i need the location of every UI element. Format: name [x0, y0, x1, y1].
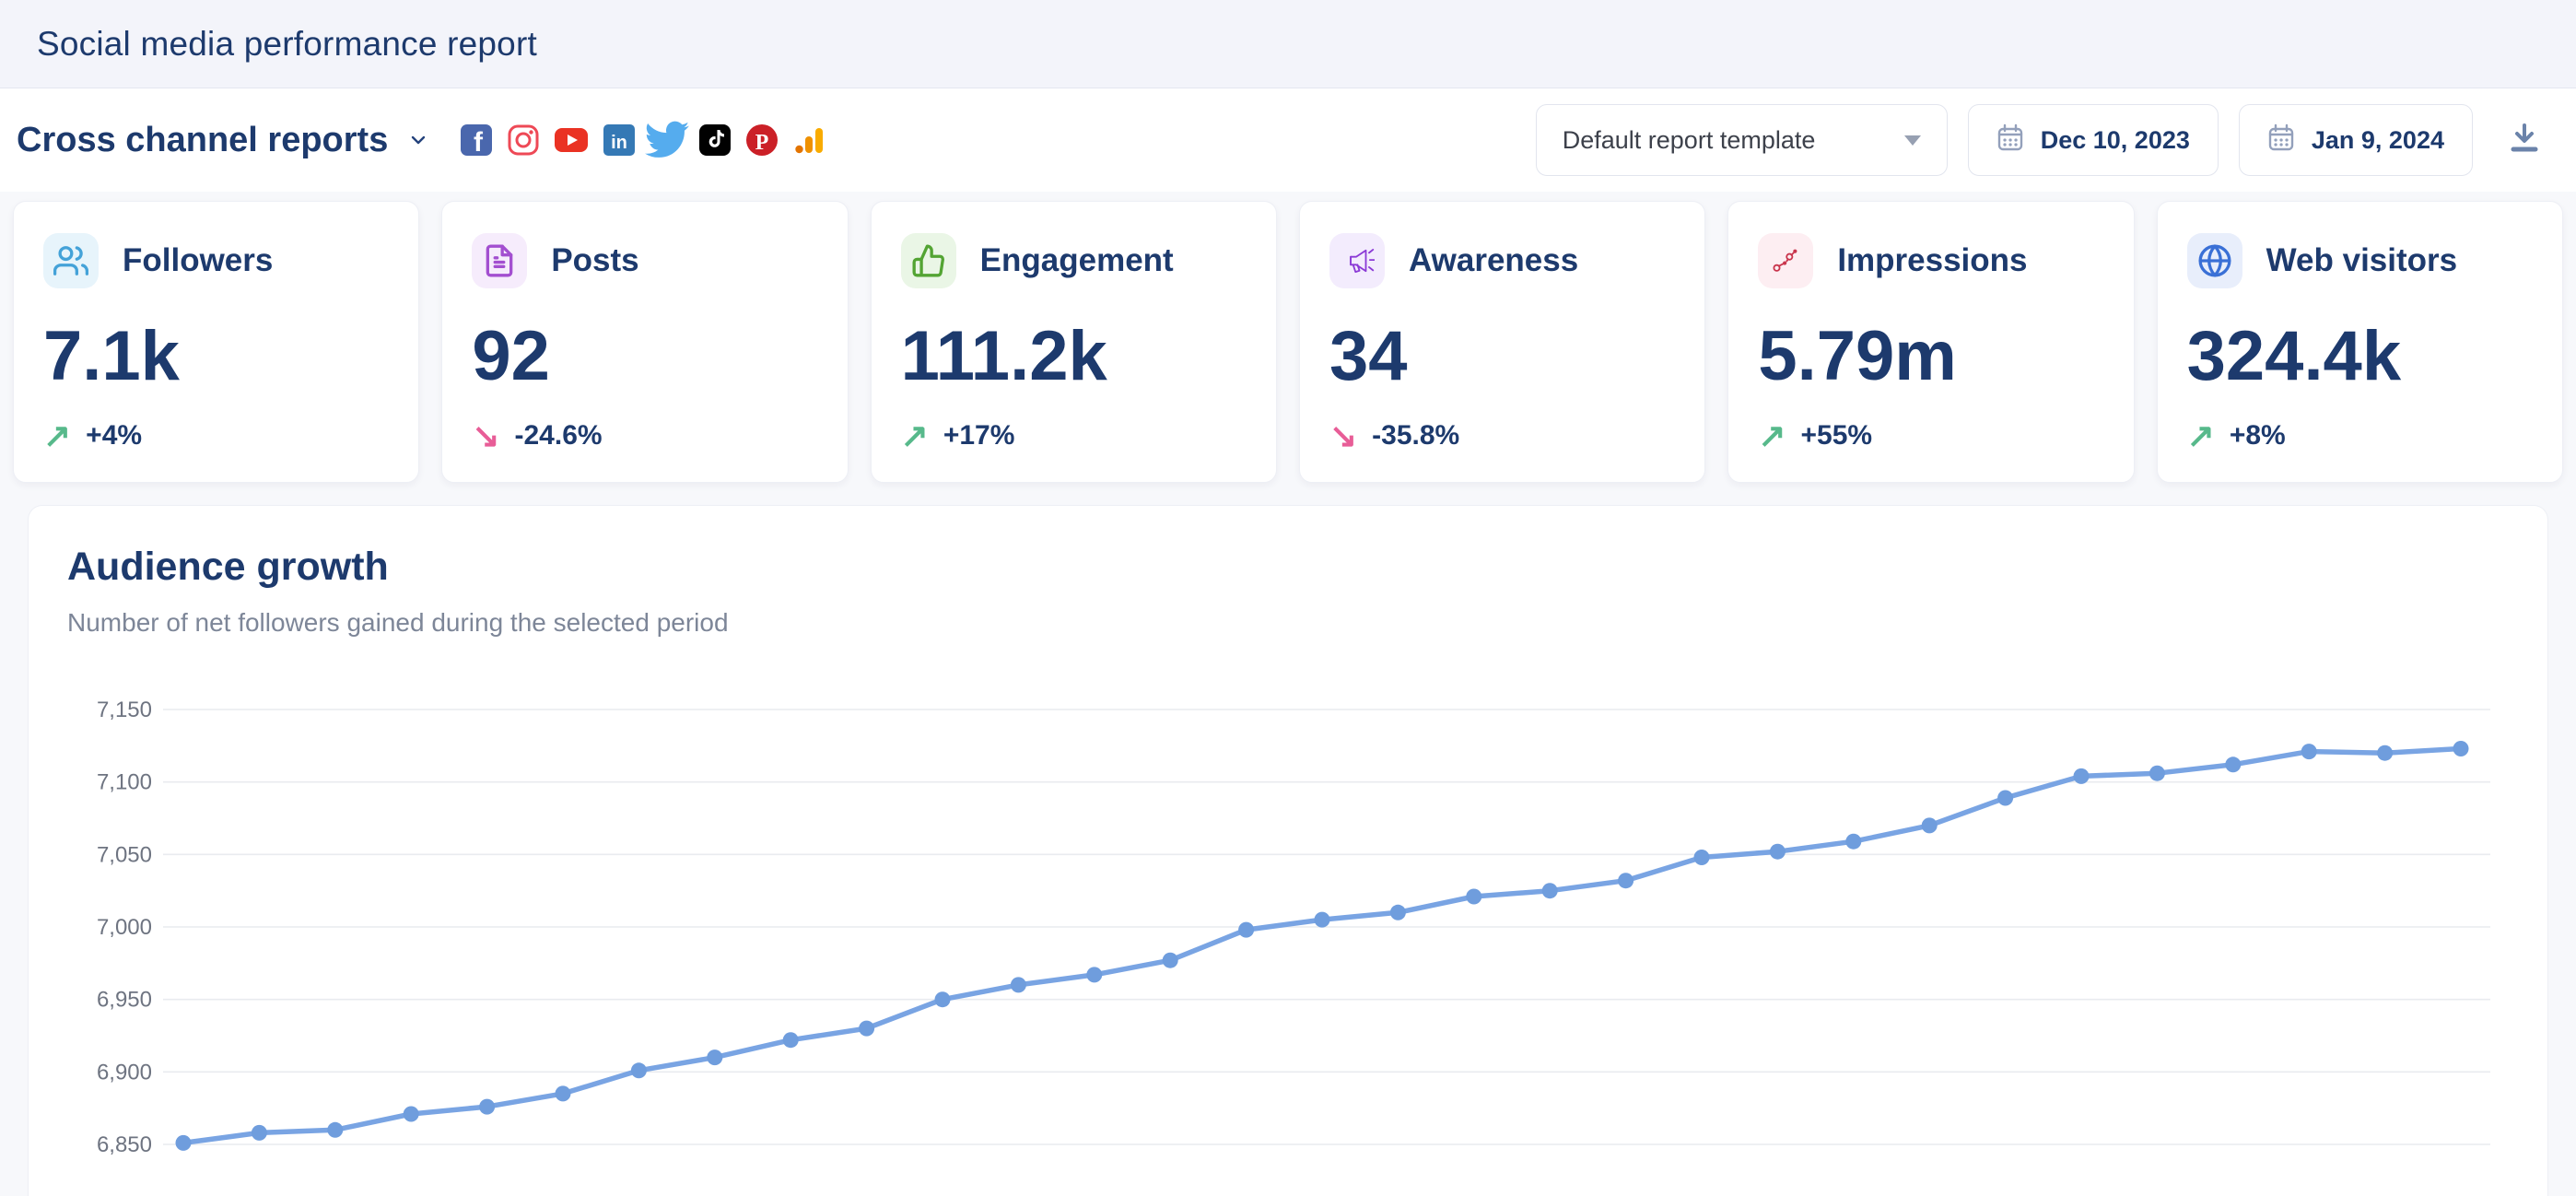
kpi-value: 5.79m — [1758, 322, 2103, 392]
svg-text:7,050: 7,050 — [97, 842, 152, 867]
instagram-icon[interactable] — [507, 123, 540, 157]
kpi-label: Engagement — [980, 242, 1174, 279]
followers-icon — [43, 233, 99, 288]
page-title: Social media performance report — [37, 25, 537, 64]
report-toolbar: Cross channel reports f in — [0, 88, 2576, 192]
kpi-value: 34 — [1329, 322, 1675, 392]
report-name-label: Cross channel reports — [17, 121, 388, 160]
audience-growth-section: Audience growth Number of net followers … — [0, 505, 2576, 1196]
trend-arrow-icon: ↗ — [2187, 419, 2215, 452]
download-button[interactable] — [2504, 118, 2545, 163]
svg-text:6,850: 6,850 — [97, 1132, 152, 1157]
kpi-label: Followers — [123, 242, 273, 279]
trend-arrow-icon: ↗ — [1758, 419, 1786, 452]
engagement-icon — [901, 233, 956, 288]
svg-text:7,000: 7,000 — [97, 915, 152, 940]
kpi-card-posts: Posts 92 ↘ -24.6% — [441, 201, 848, 483]
trend-arrow-icon: ↘ — [472, 419, 499, 452]
google-analytics-icon[interactable] — [792, 123, 825, 157]
kpi-value: 324.4k — [2187, 322, 2533, 392]
svg-text:in: in — [611, 133, 627, 153]
kpi-delta: +55% — [1800, 420, 1872, 451]
youtube-icon[interactable] — [554, 123, 589, 157]
svg-text:f: f — [474, 127, 484, 157]
kpi-card-followers: Followers 7.1k ↗ +4% — [13, 201, 419, 483]
chart-subtitle: Number of net followers gained during th… — [67, 608, 2509, 638]
kpi-value: 111.2k — [901, 322, 1247, 392]
trend-arrow-icon: ↘ — [1329, 419, 1357, 452]
pinterest-icon[interactable]: P — [745, 123, 779, 157]
kpi-card-web-visitors: Web visitors 324.4k ↗ +8% — [2157, 201, 2563, 483]
kpi-card-engagement: Engagement 111.2k ↗ +17% — [871, 201, 1277, 483]
kpi-card-awareness: Awareness 34 ↘ -35.8% — [1299, 201, 1705, 483]
kpi-label: Web visitors — [2266, 242, 2457, 279]
date-from-button[interactable]: Dec 10, 2023 — [1968, 104, 2219, 176]
download-icon — [2504, 118, 2545, 163]
posts-icon — [472, 233, 527, 288]
report-name-dropdown[interactable]: Cross channel reports — [17, 121, 432, 160]
svg-text:6,900: 6,900 — [97, 1060, 152, 1085]
twitter-icon[interactable] — [650, 123, 685, 157]
kpi-cards-row: Followers 7.1k ↗ +4% Posts 92 ↘ -24.6% E… — [0, 192, 2576, 505]
channel-icons: f in P — [460, 123, 825, 157]
awareness-icon — [1329, 233, 1385, 288]
trend-arrow-icon: ↗ — [43, 419, 71, 452]
date-from-value: Dec 10, 2023 — [2041, 126, 2190, 155]
svg-text:7,100: 7,100 — [97, 770, 152, 795]
app-header: Social media performance report — [0, 0, 2576, 88]
svg-text:P: P — [755, 131, 769, 155]
chart-title: Audience growth — [67, 545, 2509, 590]
trend-arrow-icon: ↗ — [901, 419, 929, 452]
kpi-label: Posts — [551, 242, 638, 279]
audience-growth-chart[interactable]: 7,150 7,100 7,050 7,000 6,950 6,900 6,850 — [67, 691, 2509, 1193]
svg-text:6,950: 6,950 — [97, 988, 152, 1013]
date-to-value: Jan 9, 2024 — [2312, 126, 2444, 155]
template-select[interactable]: Default report template — [1536, 104, 1948, 176]
caret-down-icon — [1904, 135, 1921, 146]
kpi-label: Impressions — [1837, 242, 2027, 279]
kpi-delta: +8% — [2230, 420, 2286, 451]
impressions-icon — [1758, 233, 1813, 288]
date-to-button[interactable]: Jan 9, 2024 — [2239, 104, 2473, 176]
calendar-icon — [1996, 123, 2024, 158]
kpi-delta: -24.6% — [515, 420, 603, 451]
chevron-down-icon[interactable] — [404, 126, 432, 154]
kpi-card-impressions: Impressions 5.79m ↗ +55% — [1727, 201, 2134, 483]
calendar-icon — [2267, 123, 2295, 158]
kpi-value: 7.1k — [43, 322, 389, 392]
tiktok-icon[interactable] — [698, 123, 732, 157]
kpi-delta: -35.8% — [1372, 420, 1459, 451]
kpi-delta: +17% — [943, 420, 1015, 451]
linkedin-icon[interactable]: in — [603, 123, 636, 157]
kpi-label: Awareness — [1409, 242, 1578, 279]
audience-growth-card: Audience growth Number of net followers … — [28, 505, 2548, 1196]
globe-icon — [2187, 233, 2242, 288]
kpi-value: 92 — [472, 322, 817, 392]
svg-text:7,150: 7,150 — [97, 698, 152, 722]
kpi-delta: +4% — [86, 420, 142, 451]
facebook-icon[interactable]: f — [460, 123, 493, 157]
template-select-value: Default report template — [1563, 126, 1816, 155]
